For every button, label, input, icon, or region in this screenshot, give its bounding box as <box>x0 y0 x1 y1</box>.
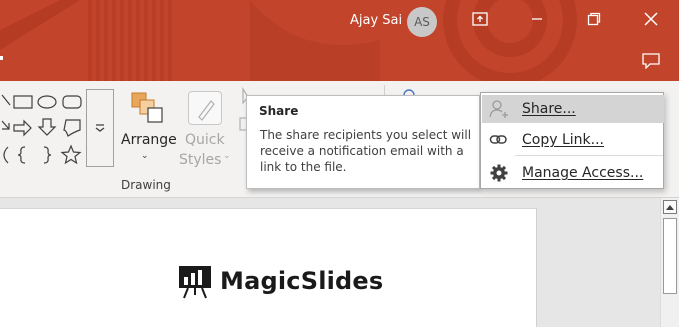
caret-up-icon <box>666 205 674 210</box>
menu-item-copy-link[interactable]: Copy Link... <box>482 126 664 154</box>
link-icon <box>489 130 509 150</box>
left-brace-shape-icon <box>17 146 26 164</box>
menu-item-label: Copy Link... <box>522 132 604 148</box>
comment-icon <box>642 53 660 69</box>
chevron-down-icon: ⌄ <box>141 151 149 161</box>
callout-shape-icon <box>63 119 81 137</box>
comments-button[interactable] <box>635 48 667 74</box>
avatar-initials: AS <box>414 15 430 29</box>
menu-item-share[interactable]: Share... <box>482 95 664 123</box>
share-tooltip: Share The share recipients you select wi… <box>246 95 480 189</box>
menu-divider <box>515 155 663 156</box>
close-icon <box>644 12 658 26</box>
slide[interactable]: MagicSlides <box>0 208 537 327</box>
quick-styles-label-line2[interactable]: Styles <box>179 152 221 168</box>
quick-styles-label-line1[interactable]: Quick <box>185 132 225 148</box>
tab-indicator <box>0 56 3 60</box>
tooltip-title: Share <box>259 104 299 118</box>
restore-icon <box>587 12 601 26</box>
right-brace-shape-icon <box>43 146 52 164</box>
minimize-icon <box>532 18 542 20</box>
oval-shape-icon <box>37 95 57 109</box>
menu-item-manage-access[interactable]: Manage Access... <box>482 159 664 187</box>
present-to-screen-button[interactable] <box>464 6 496 32</box>
right-arrow-shape-icon <box>13 119 32 137</box>
menu-item-label: Share... <box>522 101 576 117</box>
shapes-gallery[interactable] <box>0 89 86 169</box>
down-arrow-shape-icon <box>37 118 57 136</box>
drawing-group-label: Drawing <box>121 178 171 192</box>
arrow-shape-icon <box>1 120 10 130</box>
vertical-scrollbar[interactable] <box>660 198 679 327</box>
user-name[interactable]: Ajay Sai <box>350 13 402 28</box>
star-shape-icon <box>60 144 82 165</box>
magicslides-logo-icon <box>179 266 211 299</box>
scroll-up-button[interactable] <box>663 200 677 214</box>
avatar[interactable]: AS <box>407 7 437 37</box>
gear-icon <box>489 163 509 183</box>
quick-styles-icon <box>188 91 222 125</box>
arrange-icon <box>131 92 163 123</box>
rectangle-shape-icon <box>13 95 33 109</box>
arrange-label: Arrange <box>121 132 177 148</box>
title-bar: Ajay Sai AS <box>0 0 679 81</box>
present-icon <box>472 12 488 26</box>
share-menu: Share... Copy Link... Manage Access... <box>480 92 664 189</box>
shapes-gallery-expand-button[interactable] <box>86 89 114 167</box>
minimize-button[interactable] <box>521 6 553 32</box>
chevron-down-icon <box>95 124 105 132</box>
share-person-icon <box>489 99 509 119</box>
menu-item-label: Manage Access... <box>522 165 644 181</box>
tooltip-body: The share recipients you select will rec… <box>260 128 472 174</box>
slide-canvas: MagicSlides <box>0 198 660 327</box>
curve-shape-icon <box>3 146 9 164</box>
line-shape-icon <box>1 94 11 106</box>
quick-styles-chevron-icon: ⌄ <box>223 151 231 161</box>
close-button[interactable] <box>635 6 667 32</box>
rounded-rectangle-shape-icon <box>62 95 82 109</box>
scroll-thumb[interactable] <box>663 218 677 294</box>
restore-button[interactable] <box>578 6 610 32</box>
slide-logo-text: MagicSlides <box>220 267 384 295</box>
